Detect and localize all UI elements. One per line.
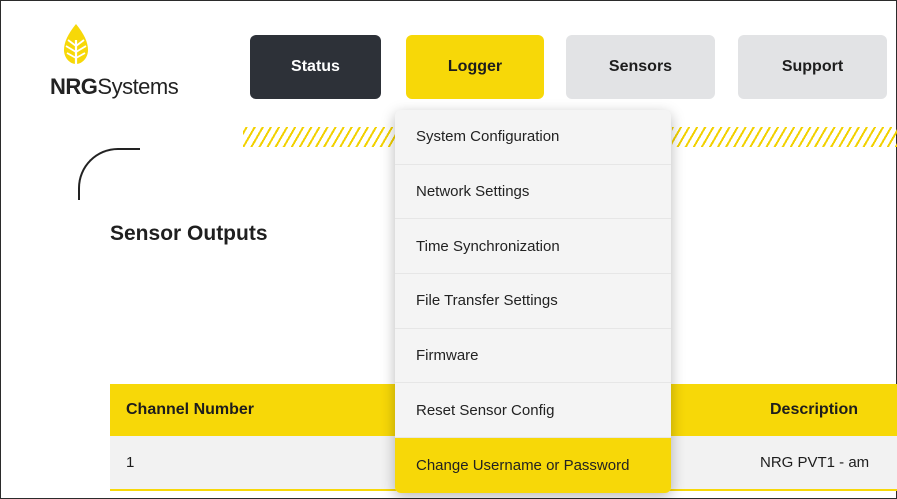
hatch-decoration-left xyxy=(243,127,398,147)
column-header-description[interactable]: Description xyxy=(770,384,858,436)
logger-dropdown-menu: System Configuration Network Settings Ti… xyxy=(395,110,671,493)
flame-logo-icon xyxy=(64,24,88,64)
logo-wordmark: NRGSystems xyxy=(50,74,179,99)
cell-channel-number: 1 xyxy=(126,454,135,471)
menu-item-system-configuration[interactable]: System Configuration xyxy=(395,110,671,165)
hatch-decoration-right xyxy=(672,127,897,147)
menu-item-change-username-or-password[interactable]: Change Username or Password xyxy=(395,438,671,493)
page-title: Sensor Outputs xyxy=(110,222,268,245)
nrg-logo[interactable]: NRGSystems xyxy=(50,22,200,102)
nav-support-button[interactable]: Support xyxy=(738,35,887,99)
nav-logger-button[interactable]: Logger xyxy=(406,35,544,99)
cell-description: NRG PVT1 - am xyxy=(760,454,870,471)
nav-sensors-button[interactable]: Sensors xyxy=(566,35,715,99)
menu-item-time-synchronization[interactable]: Time Synchronization xyxy=(395,219,671,275)
menu-item-file-transfer-settings[interactable]: File Transfer Settings xyxy=(395,274,671,329)
column-header-channel-number[interactable]: Channel Number xyxy=(126,384,254,436)
nav-status-button[interactable]: Status xyxy=(250,35,381,99)
menu-item-firmware[interactable]: Firmware xyxy=(395,329,671,384)
menu-item-reset-sensor-config[interactable]: Reset Sensor Config xyxy=(395,383,671,439)
menu-item-network-settings[interactable]: Network Settings xyxy=(395,165,671,220)
